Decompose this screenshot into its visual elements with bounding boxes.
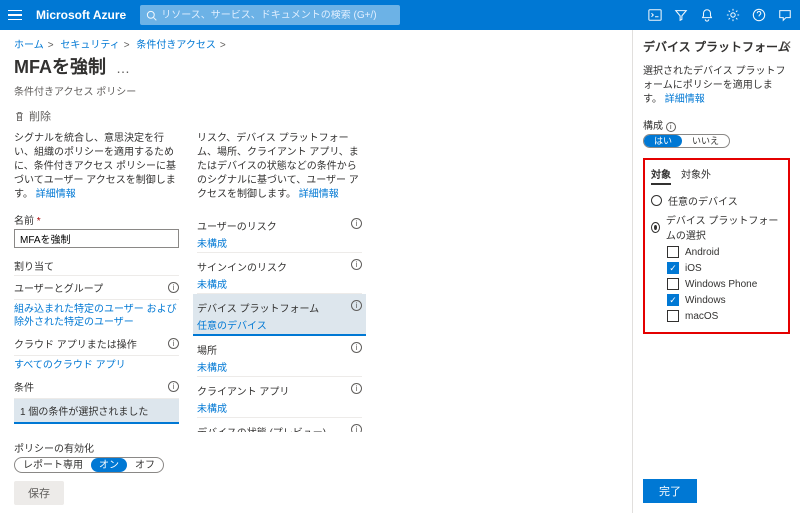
tab-include[interactable]: 対象 [651,166,671,185]
info-icon[interactable]: i [666,122,676,132]
save-button[interactable]: 保存 [14,481,64,505]
radio-icon [651,222,660,233]
page-subtitle: 条件付きアクセス ポリシー [0,83,632,104]
enable-policy-toggle[interactable]: レポート専用 オン オフ [14,457,164,473]
crumb-ca[interactable]: 条件付きアクセス [136,40,216,51]
tab-exclude[interactable]: 対象外 [681,166,711,185]
column-2: リスク、デバイス プラットフォーム、場所、クライアント アプリ、またはデバイスの… [197,132,362,432]
condition-item[interactable]: 場所i未構成 [197,336,362,377]
condition-value[interactable]: 未構成 [197,235,362,250]
condition-item[interactable]: クライアント アプリi未構成 [197,377,362,418]
condition-value[interactable]: 未構成 [197,359,362,374]
done-button[interactable]: 完了 [643,479,697,503]
learn-more-link[interactable]: 詳細情報 [665,94,705,105]
close-icon[interactable]: ✕ [782,38,792,52]
condition-value[interactable]: 未構成 [197,276,362,291]
search-input[interactable] [161,10,394,21]
column-1: シグナルを統合し、意思決定を行い、組織のポリシーを適用するために、条件付きアクセ… [14,132,179,432]
cloud-shell-icon[interactable] [648,8,662,22]
main-blade: ホーム> セキュリティ> 条件付きアクセス> MFAを強制 … 条件付きアクセス… [0,30,632,513]
crumb-security[interactable]: セキュリティ [60,40,119,51]
info-icon[interactable]: i [351,424,362,432]
conditions-value[interactable]: 1 個の条件が選択されました [14,399,179,424]
menu-icon[interactable] [8,6,26,24]
conditions-row[interactable]: 条件i [14,375,179,399]
seg-on[interactable]: オン [91,458,127,472]
info-icon[interactable]: i [168,381,179,392]
enable-policy-label: ポリシーの有効化 [14,440,618,455]
learn-more-link[interactable]: 詳細情報 [36,189,76,200]
gear-icon[interactable] [726,8,740,22]
configure-label: 構成 i [643,117,790,132]
seg-off[interactable]: オフ [127,458,163,472]
top-icons [648,8,792,22]
apps-value[interactable]: すべてのクラウド アプリ [14,356,179,375]
highlight-box: 対象 対象外 任意のデバイス デバイス プラットフォームの選択 Android i… [643,158,790,334]
toggle-yes[interactable]: はい [644,135,682,147]
info-icon[interactable]: i [351,218,362,229]
info-icon[interactable]: i [351,383,362,394]
trash-icon [14,111,25,122]
more-icon[interactable]: … [116,60,130,76]
checkbox-icon [667,310,679,322]
platform-checkbox-windows[interactable]: Windows [667,294,782,306]
col1-desc: シグナルを統合し、意思決定を行い、組織のポリシーを適用するために、条件付きアクセ… [14,132,179,202]
condition-item[interactable]: ユーザーのリスクi未構成 [197,212,362,253]
seg-report-only[interactable]: レポート専用 [15,458,91,472]
toggle-no[interactable]: いいえ [682,135,729,147]
col2-desc: リスク、デバイス プラットフォーム、場所、クライアント アプリ、またはデバイスの… [197,132,362,202]
delete-button[interactable]: 削除 [29,108,51,124]
brand: Microsoft Azure [36,8,126,22]
users-value[interactable]: 組み込まれた特定のユーザー および 除外された特定のユーザー [14,300,179,332]
platform-checkbox-android[interactable]: Android [667,246,782,258]
help-icon[interactable] [752,8,766,22]
bell-icon[interactable] [700,8,714,22]
condition-item[interactable]: デバイスの状態 (プレビュー)i未構成 [197,418,362,432]
radio-icon [651,195,662,206]
breadcrumb: ホーム> セキュリティ> 条件付きアクセス> [0,30,632,51]
top-bar: Microsoft Azure [0,0,800,30]
crumb-home[interactable]: ホーム [14,40,44,51]
platform-checkbox-ios[interactable]: iOS [667,262,782,274]
panel-title: デバイス プラットフォーム [643,38,790,55]
search-box[interactable] [140,5,400,25]
checkbox-icon [667,294,679,306]
condition-value[interactable]: 未構成 [197,400,362,415]
info-icon[interactable]: i [168,338,179,349]
info-icon[interactable]: i [351,259,362,270]
checkbox-icon [667,262,679,274]
condition-item[interactable]: サインインのリスクi未構成 [197,253,362,294]
panel-desc: 選択されたデバイス プラットフォームにポリシーを適用します。 詳細情報 [643,65,790,107]
feedback-icon[interactable] [778,8,792,22]
name-input[interactable] [14,229,179,248]
search-icon [146,10,157,21]
name-label: 名前 [14,212,179,227]
page-title: MFAを強制 [14,53,106,79]
condition-value[interactable]: 任意のデバイス [197,317,362,332]
cloud-apps-row[interactable]: クラウド アプリまたは操作i [14,332,179,356]
platform-checkbox-windows-phone[interactable]: Windows Phone [667,278,782,290]
checkbox-icon [667,246,679,258]
users-groups-row[interactable]: ユーザーとグループi [14,276,179,300]
footer: ポリシーの有効化 レポート専用 オン オフ 保存 [0,432,632,513]
info-icon[interactable]: i [351,342,362,353]
info-icon[interactable]: i [168,282,179,293]
configure-toggle[interactable]: はい いいえ [643,134,730,148]
learn-more-link[interactable]: 詳細情報 [299,189,339,200]
info-icon[interactable]: i [351,300,362,311]
platform-checkbox-macos[interactable]: macOS [667,310,782,322]
condition-item[interactable]: デバイス プラットフォームi任意のデバイス [193,294,366,336]
device-platform-panel: デバイス プラットフォーム ✕ 選択されたデバイス プラットフォームにポリシーを… [632,30,800,513]
radio-select-platforms[interactable]: デバイス プラットフォームの選択 [651,212,782,242]
checkbox-icon [667,278,679,290]
filter-icon[interactable] [674,8,688,22]
assignments-header: 割り当て [14,258,179,276]
radio-any-device[interactable]: 任意のデバイス [651,193,782,208]
